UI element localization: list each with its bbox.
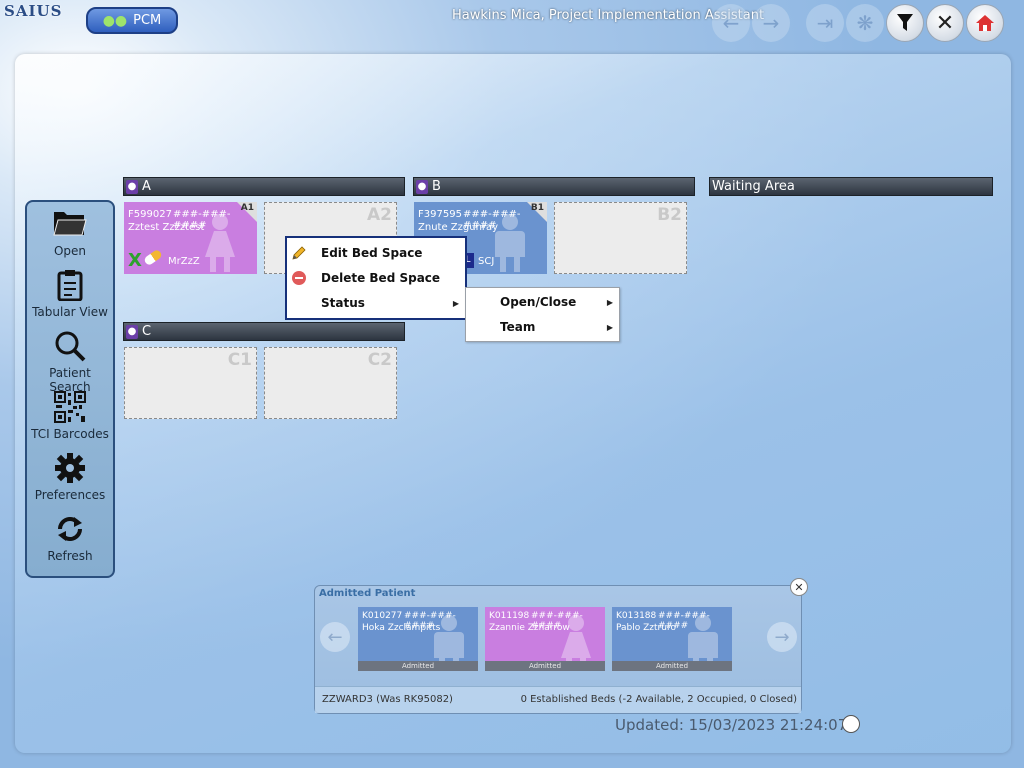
sidebar-item-label: Patient Search (49, 366, 91, 394)
person-icon: ● (126, 179, 138, 194)
beds-summary: 0 Established Beds (-2 Available, 2 Occu… (520, 694, 797, 705)
ward-name: ZZWARD3 (Was RK95082) (322, 694, 453, 705)
bed-b2-empty[interactable]: B2 (554, 202, 687, 274)
menu-edit-bed-space[interactable]: Edit Bed Space (287, 241, 465, 265)
status-submenu: Open/Close ▶ Team ▶ (465, 287, 620, 342)
consultant: MrZzZ (168, 256, 200, 267)
pill-icon (143, 248, 163, 267)
qr-code-icon (27, 391, 113, 427)
bed-c2-empty[interactable]: C2 (264, 347, 397, 419)
submenu-arrow-icon: ▶ (606, 322, 613, 332)
patient-name: Znute Zzgunray (418, 222, 499, 233)
admitted-footer: ZZWARD3 (Was RK95082) 0 Established Beds… (315, 686, 801, 713)
sidebar-item-tabular-view[interactable]: Tabular View (27, 269, 113, 319)
sidebar-item-refresh[interactable]: Refresh (27, 513, 113, 563)
discharge-x-icon: X (128, 250, 142, 271)
patient-name: Hoka Zzclampitts (362, 623, 441, 633)
admitted-patient-card[interactable]: K011198 ###-###-#### Zzannie Zzharrow Ad… (485, 607, 605, 671)
menu-label: Delete Bed Space (321, 271, 441, 285)
sidebar-item-label: Refresh (47, 549, 93, 563)
delete-icon (291, 270, 307, 286)
gear-icon (27, 452, 113, 488)
pcm-button-label: PCM (133, 13, 162, 28)
menu-label: Open/Close (500, 295, 577, 309)
context-menu: Edit Bed Space Delete Bed Space Status ▶ (285, 236, 467, 320)
admitted-patient-card[interactable]: K010277 ###-###-#### Hoka Zzclampitts Ad… (358, 607, 478, 671)
patient-id: K011198 (489, 611, 530, 621)
patient-id: F397595 (418, 209, 462, 220)
sidebar-item-tci-barcodes[interactable]: TCI Barcodes (27, 391, 113, 441)
patient-id: K013188 (616, 611, 657, 621)
back-arrow-icon[interactable]: ← (712, 4, 750, 42)
close-icon[interactable]: ✕ (790, 578, 808, 596)
clipboard-icon (27, 269, 113, 305)
consultant: SCJ (478, 256, 495, 267)
waiting-area-header: Waiting Area (709, 177, 993, 196)
sidebar-item-label: TCI Barcodes (31, 427, 109, 441)
sidebar-item-label: Open (53, 244, 87, 258)
submenu-arrow-icon: ▶ (606, 297, 613, 307)
person-icon: ● (416, 179, 428, 194)
sidebar-item-patient-search[interactable]: Patient Search (27, 330, 113, 394)
pcm-module-button[interactable]: ●● PCM (86, 7, 178, 34)
bay-b-label: B (432, 179, 441, 194)
submenu-open-close[interactable]: Open/Close ▶ (466, 290, 619, 314)
bay-b-header: ● B (413, 177, 695, 196)
sidebar-item-label: Tabular View (32, 305, 108, 319)
menu-label: Team (500, 320, 536, 334)
bay-a-label: A (142, 179, 151, 194)
pencil-icon (291, 245, 307, 261)
bed-code: C1 (227, 350, 252, 370)
admitted-panel-title: Admitted Patient (319, 588, 416, 599)
status-indicator (842, 715, 860, 733)
filter-icon[interactable] (886, 4, 924, 42)
patient-status: Admitted (612, 661, 732, 671)
bed-code: B2 (657, 205, 682, 225)
network-icon[interactable]: ❋ (846, 4, 884, 42)
app-logo: SAIUS (4, 2, 63, 20)
sidebar-item-label: Preferences (34, 488, 106, 502)
exit-icon[interactable]: ⇥ (806, 4, 844, 42)
waiting-area-label: Waiting Area (712, 179, 795, 194)
people-icon: ●● (102, 12, 128, 29)
patient-name: Pablo Zztruro (616, 623, 676, 633)
bay-a-header: ● A (123, 177, 405, 196)
refresh-icon (27, 513, 113, 549)
submenu-team[interactable]: Team ▶ (466, 315, 619, 339)
bed-c1-empty[interactable]: C1 (124, 347, 257, 419)
sidebar-item-preferences[interactable]: Preferences (27, 452, 113, 502)
menu-delete-bed-space[interactable]: Delete Bed Space (287, 266, 465, 290)
menu-label: Edit Bed Space (321, 246, 423, 260)
bed-a1-card[interactable]: A1 F599027 ###-###-#### Zztest Zzzztest … (124, 202, 257, 274)
sidebar-item-open[interactable]: Open (27, 208, 113, 258)
patient-name: Zzannie Zzharrow (489, 623, 570, 633)
bay-c-header: ● C (123, 322, 405, 341)
bay-c-label: C (142, 324, 152, 339)
next-arrow-icon[interactable]: → (767, 622, 797, 652)
patient-id: F599027 (128, 209, 172, 220)
patient-status: Admitted (358, 661, 478, 671)
submenu-arrow-icon: ▶ (452, 298, 459, 308)
admitted-patient-card[interactable]: K013188 ###-###-#### Pablo Zztruro Admit… (612, 607, 732, 671)
folder-icon (27, 208, 113, 244)
bed-code: C2 (367, 350, 392, 370)
person-icon: ● (126, 324, 138, 339)
bed-code: B1 (530, 203, 544, 213)
admitted-patient-panel: Admitted Patient ← → K010277 ###-###-###… (314, 585, 802, 714)
patient-status: Admitted (485, 661, 605, 671)
patient-id: K010277 (362, 611, 403, 621)
close-icon[interactable]: ✕ (926, 4, 964, 42)
menu-label: Status (321, 296, 365, 310)
menu-status[interactable]: Status ▶ (287, 291, 465, 315)
patient-name: Zztest Zzzztest (128, 222, 205, 233)
previous-arrow-icon[interactable]: ← (320, 622, 350, 652)
forward-arrow-icon[interactable]: → (752, 4, 790, 42)
last-updated: Updated: 15/03/2023 21:24:07 (615, 716, 848, 734)
home-icon[interactable] (966, 4, 1004, 42)
sidebar: Open Tabular View Patient Search TCI Bar… (25, 200, 115, 578)
search-icon (27, 330, 113, 366)
bed-code: A2 (367, 205, 392, 225)
bed-code: A1 (240, 203, 254, 213)
